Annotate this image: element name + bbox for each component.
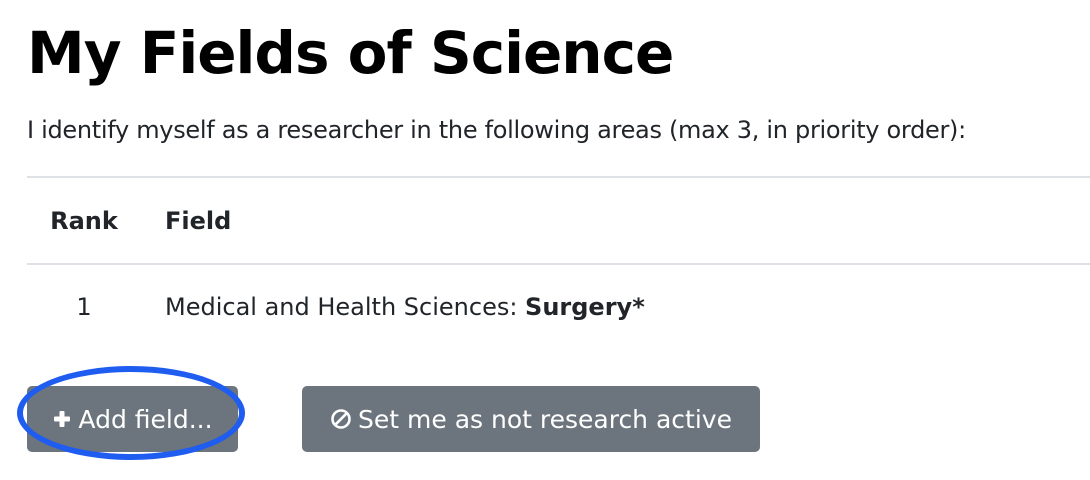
- page-title: My Fields of Science: [27, 19, 674, 87]
- fields-table: Rank Field 1 Medical and Health Sciences…: [27, 176, 1090, 349]
- field-name: Surgery*: [525, 293, 645, 321]
- column-header-field: Field: [165, 206, 232, 235]
- field-category: Medical and Health Sciences:: [165, 293, 526, 321]
- table-row: 1 Medical and Health Sciences: Surgery*: [27, 265, 1090, 349]
- column-header-rank: Rank: [50, 206, 118, 235]
- row-rank: 1: [76, 293, 92, 321]
- set-not-research-active-button[interactable]: Set me as not research active: [302, 386, 760, 452]
- add-field-button[interactable]: Add field...: [27, 386, 238, 452]
- plus-icon: [52, 409, 72, 429]
- not-research-active-label: Set me as not research active: [358, 404, 732, 434]
- intro-text: I identify myself as a researcher in the…: [27, 116, 966, 144]
- table-header-row: Rank Field: [27, 178, 1090, 263]
- row-field: Medical and Health Sciences: Surgery*: [165, 265, 645, 349]
- ban-icon: [330, 408, 352, 430]
- add-field-label: Add field...: [78, 404, 213, 434]
- action-buttons: Add field... Set me as not research acti…: [27, 386, 1090, 452]
